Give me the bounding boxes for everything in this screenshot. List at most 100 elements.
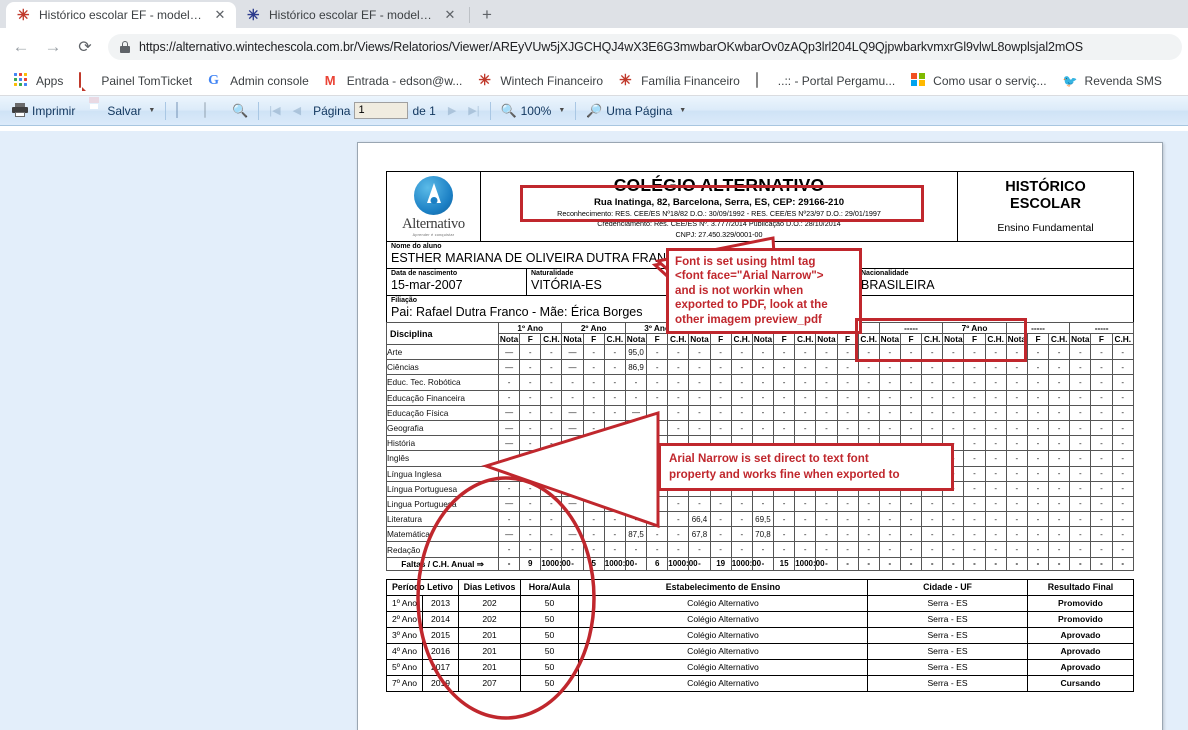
lock-icon <box>120 41 130 53</box>
annotation-note-1: Font is set using html tag <font face="A… <box>666 248 862 335</box>
bookmark-label: Como usar o serviç... <box>933 73 1047 88</box>
url-text: https://alternativo.wintechescola.com.br… <box>139 40 1084 54</box>
circle-icon <box>1178 73 1188 89</box>
bookmark-label: Família Financeiro <box>641 73 740 88</box>
chevron-down-icon[interactable]: ▼ <box>558 107 565 114</box>
first-page-button[interactable]: |◀ <box>263 102 286 119</box>
bookmark-familia-financeiro[interactable]: ✳ Família Financeiro <box>611 70 748 92</box>
annotation-arrows <box>416 236 780 720</box>
page-layout-value: Uma Página <box>606 103 673 118</box>
close-icon[interactable]: ✕ <box>212 7 228 23</box>
microsoft-squares-icon <box>911 72 927 89</box>
print-label: Imprimir <box>32 103 76 118</box>
bookmark-overflow[interactable] <box>1170 70 1188 92</box>
bookmark-label: Wintech Financeiro <box>500 73 604 88</box>
first-page-icon: |◀ <box>269 105 281 117</box>
annotation-note-2: Arial Narrow is set direct to text font … <box>658 443 954 491</box>
new-tab-button[interactable]: + <box>473 2 501 28</box>
google-g-icon: G <box>208 72 219 88</box>
browser-tab-1[interactable]: ✳ Histórico escolar EF - modelo 1 ✕ <box>236 2 466 28</box>
last-page-button[interactable]: ▶| <box>462 102 485 119</box>
last-page-icon: ▶| <box>468 105 480 117</box>
floppy-disk-icon <box>87 103 103 119</box>
previous-page-button[interactable]: ◀ <box>287 102 307 119</box>
binoculars-icon: 🔍 <box>232 102 249 118</box>
page-label: Página <box>313 103 351 118</box>
chevron-down-icon[interactable]: ▼ <box>679 107 686 114</box>
chat-bubble-icon <box>79 71 95 89</box>
save-button[interactable]: Salvar ▼ <box>81 101 161 121</box>
bookmarks-bar: Apps Painel TomTicket G Admin console M … <box>0 66 1188 96</box>
page-number-input[interactable]: 1 <box>354 102 409 119</box>
bookmark-admin-console[interactable]: G Admin console <box>200 70 317 92</box>
zoom-value: 100% <box>520 103 552 118</box>
bookmark-revenda-sms[interactable]: 🐦 Revenda SMS <box>1055 70 1170 92</box>
asterisk-icon: ✳ <box>247 6 260 24</box>
zoom-selector[interactable]: 🔍 100% ▼ <box>495 101 572 121</box>
report-viewer-toolbar: Imprimir Salvar ▼ 🔍 |◀ ◀ Página 1 de 1 ▶… <box>0 96 1188 126</box>
annotation-note-2-line-1: Arial Narrow is set direct to text font <box>669 452 869 465</box>
bookmark-como-usar-servico[interactable]: Como usar o serviç... <box>903 70 1054 92</box>
page-setup-button[interactable] <box>170 101 198 121</box>
asterisk-icon: ✳ <box>478 71 491 89</box>
page-total-label: de 1 <box>412 103 436 118</box>
bookmark-label: Painel TomTicket <box>101 73 193 88</box>
browser-toolbar: ← → ⟳ https://alternativo.wintechescola.… <box>0 28 1188 66</box>
page-view-icon: 🔎 <box>586 102 603 118</box>
annotation-note-1-line-2: <font face="Arial Narrow"> <box>675 269 824 283</box>
bookmark-label: ..:: - Portal Pergamu... <box>777 73 896 88</box>
print-button[interactable]: Imprimir <box>6 101 81 121</box>
asterisk-icon: ✳ <box>619 71 632 89</box>
annotation-ellipse-disciplines <box>416 476 596 720</box>
clipboard-button[interactable] <box>198 101 226 121</box>
annotation-note-2-line-2: property and works fine when exported to <box>669 468 900 481</box>
bookmark-wintech-financeiro[interactable]: ✳ Wintech Financeiro <box>470 70 611 92</box>
annotation-note-1-line-1: Font is set using html tag <box>675 255 816 268</box>
printer-icon <box>12 102 28 119</box>
address-bar[interactable]: https://alternativo.wintechescola.com.br… <box>108 34 1182 60</box>
forward-icon[interactable]: → <box>38 32 68 62</box>
browser-tab-title: Histórico escolar EF - modelo 1 <box>39 8 205 22</box>
annotation-note-1-line-4: exported to PDF, look at the <box>675 298 828 312</box>
bookmark-painel-tomticket[interactable]: Painel TomTicket <box>71 70 200 92</box>
next-page-button[interactable]: ▶ <box>442 102 462 119</box>
find-button[interactable]: 🔍 <box>226 101 254 121</box>
bookmark-label: Entrada - edson@w... <box>346 73 463 88</box>
asterisk-icon: ✳ <box>17 6 30 24</box>
clipboard-icon <box>204 101 220 119</box>
toolbar-separator <box>258 101 260 120</box>
report-viewer-canvas[interactable]: Alternativo Aprender é conquistar COLÉGI… <box>0 131 1188 730</box>
previous-page-icon: ◀ <box>292 105 302 117</box>
next-page-icon: ▶ <box>447 105 457 117</box>
gmail-m-icon: M <box>324 72 336 88</box>
toolbar-separator <box>165 101 167 120</box>
bookmark-label: Revenda SMS <box>1084 73 1162 88</box>
annotation-callout-2-body <box>481 410 660 529</box>
close-icon[interactable]: ✕ <box>442 7 458 23</box>
toolbar-separator <box>575 101 577 120</box>
magnifier-icon: 🔍 <box>500 102 517 118</box>
page-layout-selector[interactable]: 🔎 Uma Página ▼ <box>580 101 692 121</box>
toolbar-separator <box>489 101 491 120</box>
bookmark-label: Admin console <box>230 73 309 88</box>
page-number-group: Página 1 de 1 <box>307 100 442 121</box>
document-icon <box>755 71 772 89</box>
report-page: Alternativo Aprender é conquistar COLÉGI… <box>357 142 1163 730</box>
tab-divider <box>469 7 470 23</box>
browser-tab-strip: ✳ Histórico escolar EF - modelo 1 ✕ ✳ Hi… <box>0 0 1188 28</box>
apps-grid-icon <box>14 72 30 89</box>
bird-icon: 🐦 <box>1062 73 1078 88</box>
annotation-note-1-line-5: other imagem preview_pdf <box>675 312 822 326</box>
bookmark-gmail-entrada[interactable]: M Entrada - edson@w... <box>317 70 471 92</box>
bookmark-portal-pergamum[interactable]: ..:: - Portal Pergamu... <box>748 70 903 92</box>
chevron-down-icon[interactable]: ▼ <box>148 107 155 114</box>
annotation-note-1-line-3: and is not workin when <box>675 283 804 297</box>
bookmark-apps[interactable]: Apps <box>6 70 71 92</box>
page-setup-icon <box>176 101 192 119</box>
browser-tab-0[interactable]: ✳ Histórico escolar EF - modelo 1 ✕ <box>6 2 236 28</box>
back-icon[interactable]: ← <box>6 32 36 62</box>
browser-tab-title: Histórico escolar EF - modelo 1 <box>269 8 435 22</box>
bookmark-label: Apps <box>36 73 64 88</box>
reload-icon[interactable]: ⟳ <box>70 32 100 62</box>
save-label: Salvar <box>107 103 142 118</box>
